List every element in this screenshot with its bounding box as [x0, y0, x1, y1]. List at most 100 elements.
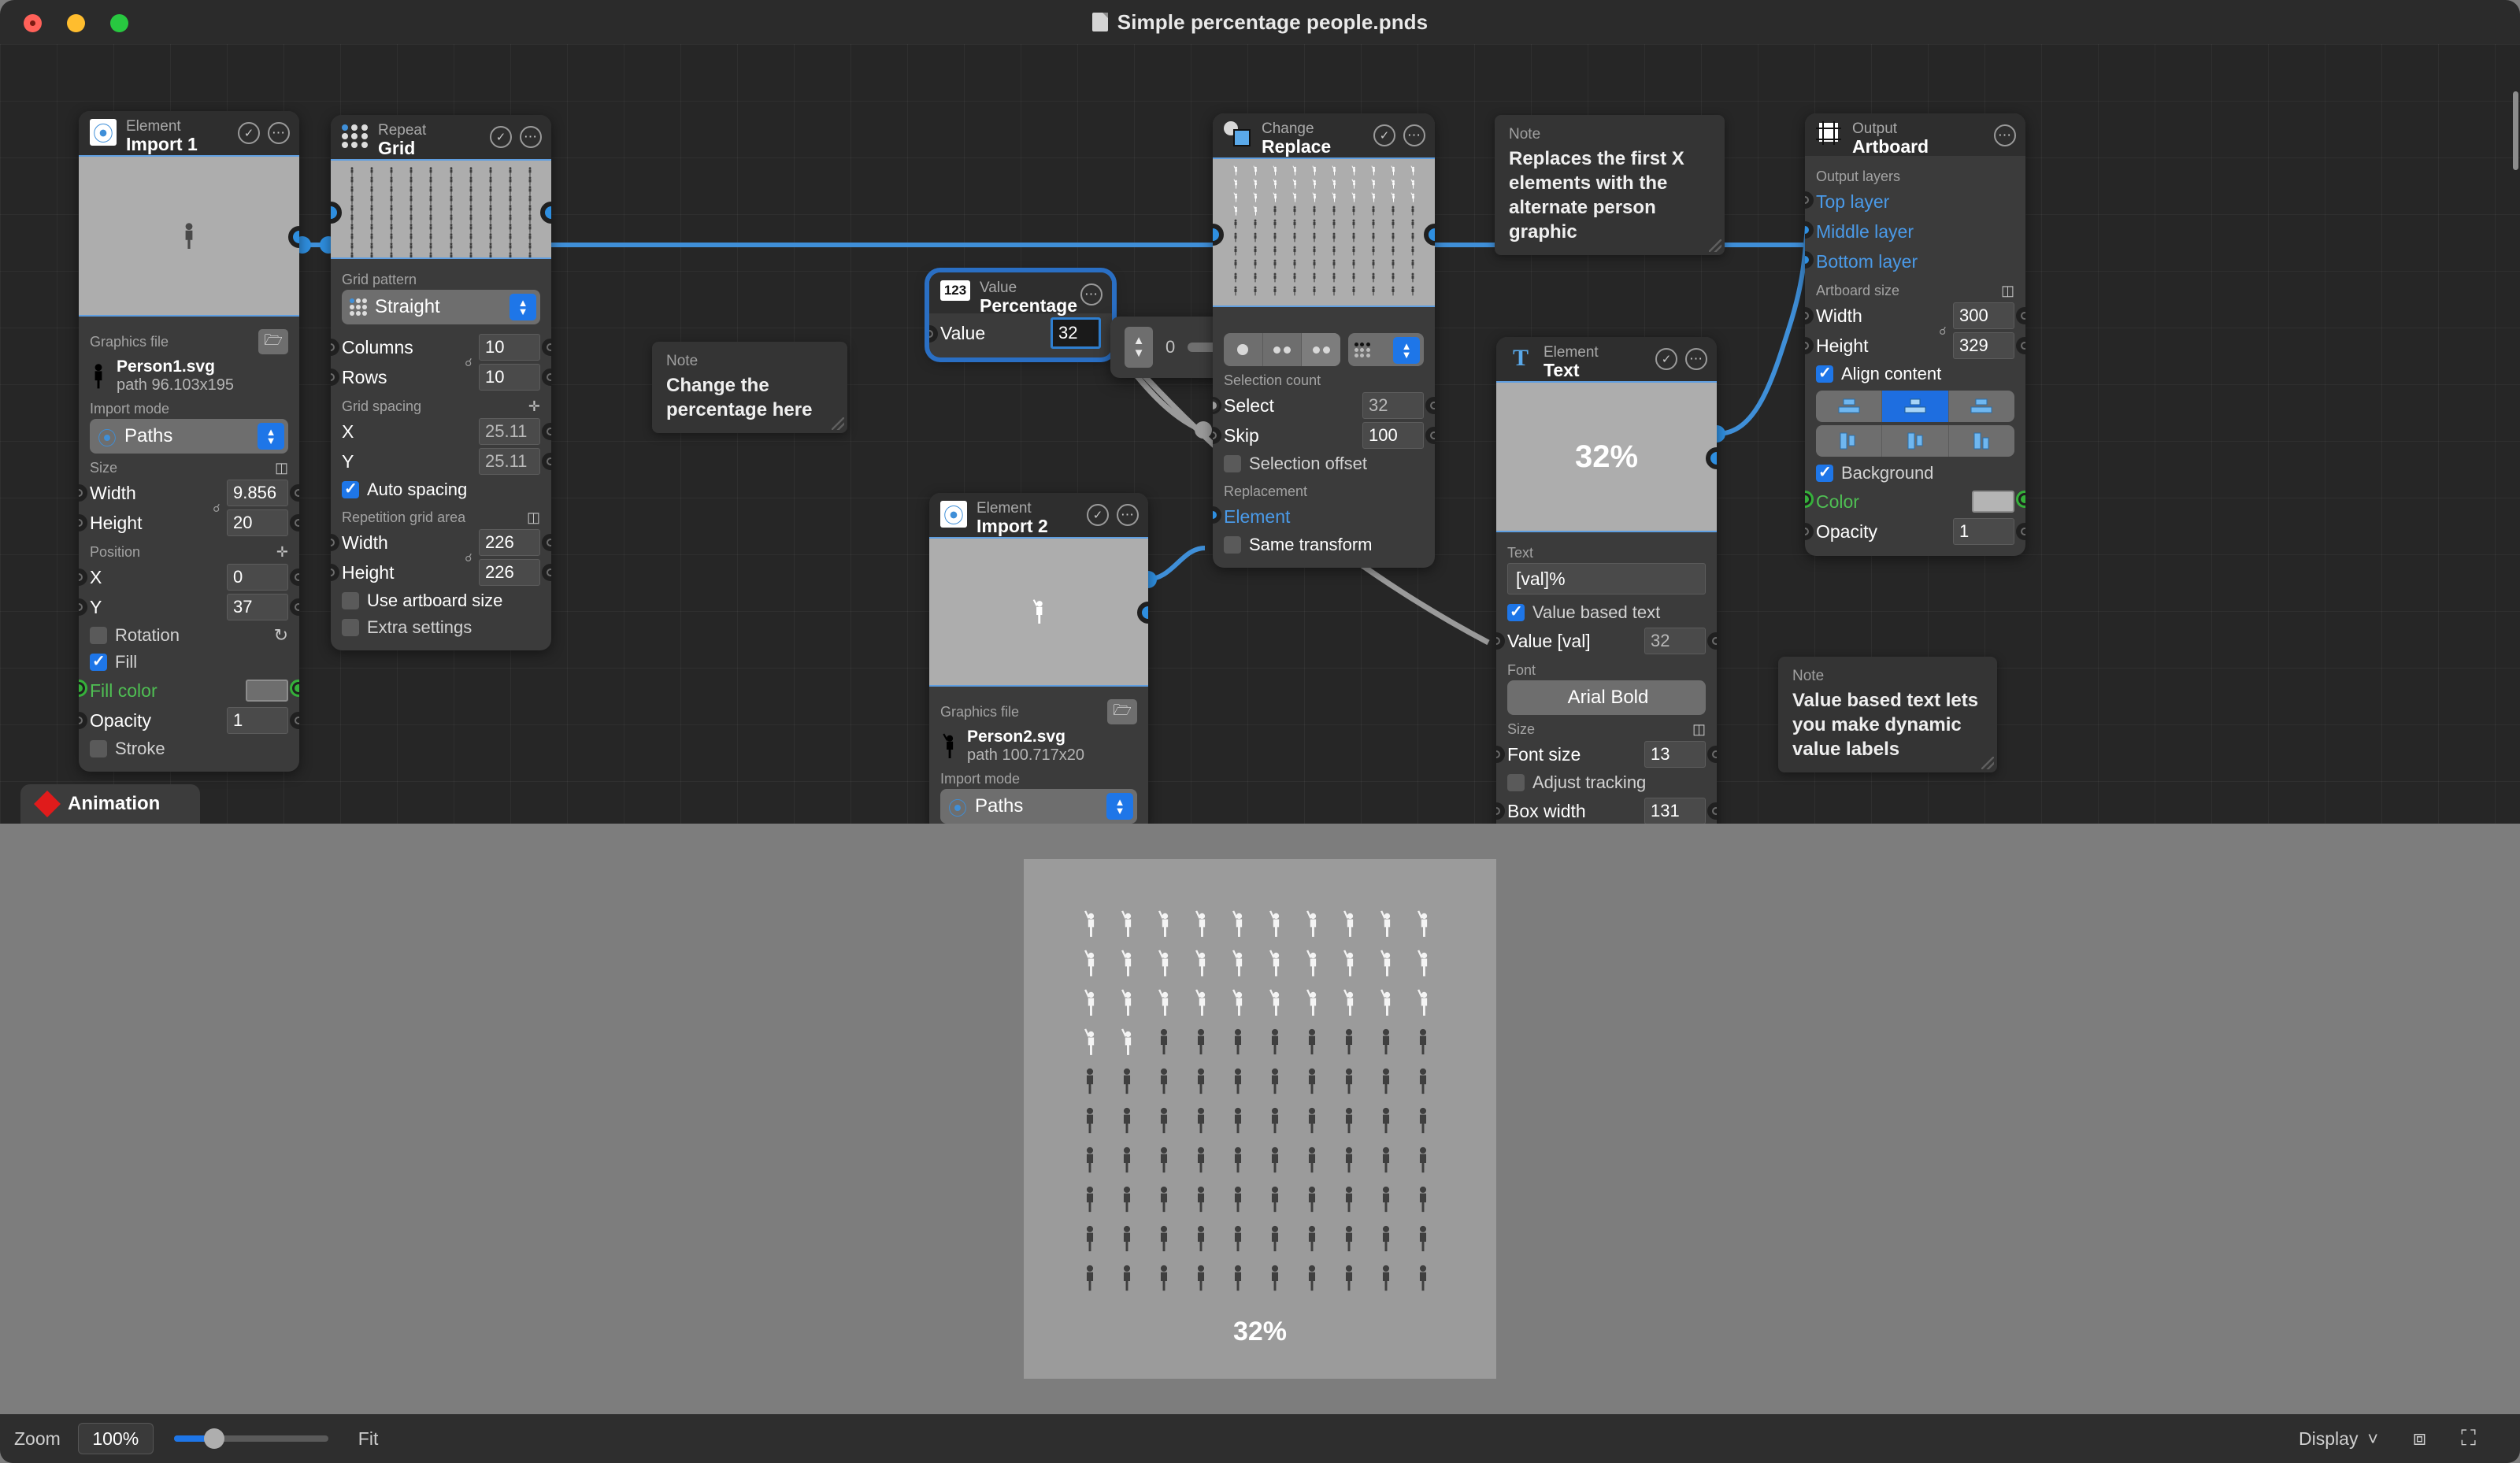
input-port-height[interactable]: [1805, 337, 1814, 354]
input-port-top-layer[interactable]: [1805, 191, 1814, 209]
node-grid[interactable]: Repeat Grid ✓ ⋯ Grid pattern Straight ▲ …: [331, 115, 551, 650]
input-port-width[interactable]: [79, 484, 87, 502]
animation-tab[interactable]: Animation: [20, 784, 200, 824]
enable-toggle-icon[interactable]: ✓: [490, 126, 512, 148]
output-port-value-val[interactable]: [1707, 632, 1717, 650]
auto-spacing-row[interactable]: Auto spacing: [342, 476, 540, 503]
stroke-row[interactable]: Stroke: [90, 735, 288, 762]
value-based-text-checkbox[interactable]: [1507, 602, 1525, 621]
node-header[interactable]: Change Replace ✓ ⋯: [1213, 113, 1435, 157]
node-header[interactable]: ⦿ Element Import 1 ✓ ⋯: [79, 111, 299, 155]
link-columns-rows-icon[interactable]: ☌: [458, 344, 479, 380]
node-header[interactable]: Output Artboard ⋯: [1805, 113, 2025, 156]
output-port-skip[interactable]: [1425, 427, 1435, 444]
chevron-updown-icon[interactable]: ▲ ▼: [1106, 793, 1133, 820]
area-height-input[interactable]: 226: [479, 559, 540, 586]
output-port-element[interactable]: [1137, 602, 1148, 624]
output-port-opacity[interactable]: [290, 712, 299, 729]
chevron-updown-icon[interactable]: ▲ ▼: [510, 294, 536, 320]
box-width-input[interactable]: 131: [1644, 798, 1706, 824]
link-size-icon[interactable]: ☌: [1933, 313, 1953, 349]
align-left-button[interactable]: [1816, 425, 1883, 457]
output-port-element[interactable]: [540, 202, 551, 224]
output-port-width[interactable]: [2016, 307, 2025, 324]
enable-toggle-icon[interactable]: ✓: [1087, 504, 1109, 526]
text-input[interactable]: [val]%: [1507, 563, 1706, 594]
chevron-updown-icon[interactable]: ▲ ▼: [258, 423, 284, 450]
background-color-swatch[interactable]: [1972, 491, 2014, 513]
fill-checkbox[interactable]: [90, 651, 107, 671]
enable-toggle-icon[interactable]: ✓: [1655, 348, 1677, 370]
skip-input[interactable]: 100: [1362, 422, 1424, 449]
note-replaces-first-x[interactable]: Note Replaces the first X elements with …: [1495, 115, 1725, 255]
output-port-element[interactable]: [288, 226, 299, 248]
input-port-font-size[interactable]: [1496, 746, 1505, 763]
align-content-checkbox[interactable]: [1816, 363, 1833, 383]
selection-offset-row[interactable]: Selection offset: [1224, 450, 1424, 477]
output-port-width[interactable]: [290, 484, 299, 502]
y-input[interactable]: 37: [227, 594, 288, 620]
fullscreen-icon[interactable]: ⛶: [2461, 1426, 2476, 1451]
input-port-middle-layer[interactable]: [1805, 221, 1814, 239]
node-header[interactable]: ⦿ Element Import 2 ✓ ⋯: [929, 493, 1148, 537]
input-port-value-val[interactable]: [1496, 632, 1505, 650]
selection-offset-checkbox[interactable]: [1224, 455, 1241, 472]
output-port-spacing-x[interactable]: [542, 423, 551, 440]
folder-icon[interactable]: 🗁: [258, 329, 288, 354]
output-port-box-width[interactable]: [1707, 802, 1717, 820]
rotation-row[interactable]: Rotation ↻: [90, 622, 288, 649]
node-percentage[interactable]: 123 Value Percentage ⋯ Value 32: [929, 272, 1112, 357]
input-port-height[interactable]: [79, 514, 87, 531]
stroke-checkbox[interactable]: [90, 740, 107, 757]
spacing-x-input[interactable]: 25.11: [479, 418, 540, 445]
extra-settings-checkbox[interactable]: [342, 619, 359, 636]
note-change-percentage[interactable]: Note Change the percentage here: [652, 342, 847, 433]
input-port-rows[interactable]: [331, 369, 339, 386]
opacity-input[interactable]: 1: [227, 707, 288, 734]
input-port-fill-color[interactable]: [79, 680, 87, 697]
node-menu-icon[interactable]: ⋯: [1403, 124, 1425, 146]
display-menu[interactable]: Display ˅: [2299, 1428, 2378, 1450]
node-header[interactable]: T Element Text ✓ ⋯: [1496, 337, 1717, 381]
node-import-2[interactable]: ⦿ Element Import 2 ✓ ⋯ Graphics file 🗁 P…: [929, 493, 1148, 824]
link-area-icon[interactable]: ☌: [458, 539, 479, 576]
background-checkbox[interactable]: [1816, 462, 1833, 482]
use-artboard-checkbox[interactable]: [342, 592, 359, 609]
vertical-align-group[interactable]: [1816, 391, 2014, 422]
move-icon[interactable]: ✛: [528, 398, 540, 415]
node-menu-icon[interactable]: ⋯: [1994, 124, 2016, 146]
output-port-area-height[interactable]: [542, 564, 551, 581]
output-port-y[interactable]: [290, 598, 299, 616]
node-header[interactable]: 123 Value Percentage ⋯: [929, 272, 1112, 315]
fit-button[interactable]: Fit: [358, 1428, 379, 1450]
node-text[interactable]: T Element Text ✓ ⋯ 32% Text [val]% ✓ Val…: [1496, 337, 1717, 824]
output-port-element[interactable]: [1424, 224, 1435, 246]
same-transform-checkbox[interactable]: [1224, 536, 1241, 554]
windows-stack-icon[interactable]: ⧈: [2413, 1426, 2426, 1451]
area-width-input[interactable]: 226: [479, 529, 540, 556]
input-port-element[interactable]: [331, 202, 342, 224]
output-port-x[interactable]: [290, 569, 299, 586]
rotate-icon[interactable]: ↻: [274, 625, 288, 646]
auto-spacing-checkbox[interactable]: [342, 479, 359, 498]
zoom-slider[interactable]: [173, 1428, 328, 1449]
input-port-x[interactable]: [79, 569, 87, 586]
import-mode-select[interactable]: ⦿ Paths ▲ ▼: [940, 789, 1137, 824]
grid-pattern-select[interactable]: Straight ▲ ▼: [342, 290, 540, 324]
note-value-based-text[interactable]: Note Value based text lets you make dyna…: [1778, 657, 1997, 772]
select-input[interactable]: 32: [1362, 392, 1424, 419]
size-link-icon[interactable]: ◫: [2001, 283, 2014, 299]
value-based-text-row[interactable]: Value based text: [1507, 599, 1706, 626]
selection-pattern-select[interactable]: ▲ ▼: [1348, 333, 1424, 366]
fill-row[interactable]: Fill: [90, 649, 288, 676]
rows-input[interactable]: 10: [479, 364, 540, 391]
input-port-opacity[interactable]: [1805, 523, 1814, 540]
output-port-font-size[interactable]: [1707, 746, 1717, 763]
percentage-value-input[interactable]: 32: [1051, 317, 1101, 349]
use-artboard-row[interactable]: Use artboard size: [342, 587, 540, 614]
output-port-color[interactable]: [2016, 491, 2025, 508]
output-port-columns[interactable]: [542, 339, 551, 356]
input-port-bottom-layer[interactable]: [1805, 251, 1814, 269]
columns-input[interactable]: 10: [479, 334, 540, 361]
align-center-h-button[interactable]: [1882, 425, 1949, 457]
